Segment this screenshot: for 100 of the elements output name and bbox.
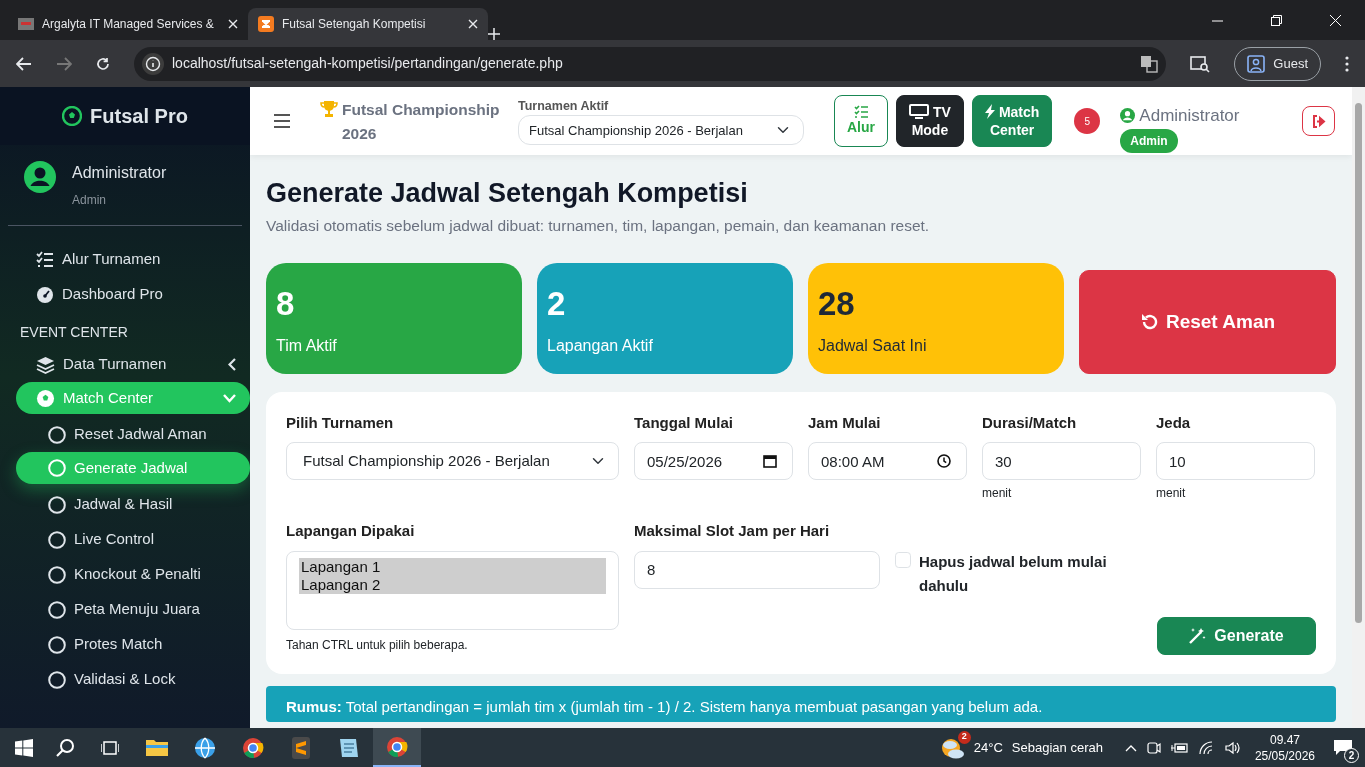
- clock-time: 09.47: [1268, 731, 1301, 748]
- search-icon[interactable]: [55, 737, 75, 758]
- clock-date: 25/05/2026: [1254, 747, 1315, 764]
- chevron-left-icon: [228, 358, 236, 371]
- trophy-icon: [320, 100, 338, 117]
- sidebar-subitem[interactable]: Jadwal & Hasil: [0, 487, 250, 522]
- list-check-icon: [854, 105, 868, 119]
- sidebar-item[interactable]: Dashboard Pro: [0, 277, 250, 312]
- unit-label: menit: [982, 485, 1013, 503]
- back-icon[interactable]: [16, 56, 32, 71]
- generate-button[interactable]: Generate: [1157, 616, 1316, 655]
- browser-tab[interactable]: Argalyta IT Managed Services &: [8, 8, 248, 40]
- stat-label: Lapangan Aktif: [547, 336, 654, 356]
- tournament-select[interactable]: Futsal Championship 2026 - Berjalan: [286, 442, 619, 481]
- user-icon: [1120, 108, 1136, 123]
- input-field[interactable]: 8: [634, 550, 880, 589]
- field-label: Turnamen Aktif: [518, 97, 610, 115]
- start-icon[interactable]: [15, 738, 33, 757]
- logout-icon: [1311, 114, 1326, 128]
- favicon-icon: [258, 16, 274, 32]
- new-tab-icon[interactable]: [488, 28, 500, 40]
- gauge-icon: [36, 285, 54, 304]
- url-text: localhost/futsal-setengah-kompetisi/pertandingan/generate.php: [172, 54, 564, 73]
- page-title: Generate Jadwal Setengah Kompetisi: [266, 177, 749, 210]
- notification-badge[interactable]: 5: [1074, 108, 1101, 134]
- reset-button[interactable]: Reset Aman: [1079, 269, 1336, 374]
- sidebar-item[interactable]: Data Turnamen: [0, 347, 250, 382]
- checkbox[interactable]: [895, 552, 911, 569]
- layers-icon: [36, 355, 55, 374]
- stat-value: 2: [547, 283, 567, 324]
- calendar-icon[interactable]: [763, 454, 777, 469]
- user-name: Administrator: [72, 163, 167, 183]
- circle-icon: [48, 459, 66, 477]
- field-label: Durasi/Match: [982, 412, 1078, 433]
- forward-icon[interactable]: [56, 56, 72, 71]
- chrome-icon: [241, 735, 265, 760]
- page-subtitle: Validasi otomatis sebelum jadwal dibuat: turnamen, tim, lapangan, pemain, dan keamanan reset.: [266, 215, 931, 236]
- chevron-up-icon[interactable]: [1124, 743, 1137, 752]
- weather-text: Sebagian cerah: [1011, 738, 1103, 757]
- field-label: Maksimal Slot Jam per Hari: [634, 521, 831, 542]
- chrome-icon: [385, 734, 409, 759]
- avatar-icon: [24, 161, 56, 193]
- menu-icon[interactable]: [274, 114, 290, 128]
- magic-wand-icon: [1189, 627, 1207, 645]
- field-label: Pilih Turnamen: [286, 412, 395, 433]
- close-icon[interactable]: [468, 19, 478, 29]
- info-icon[interactable]: [142, 52, 164, 75]
- tournament-select[interactable]: Futsal Championship 2026 - Berjalan: [518, 115, 804, 146]
- toolbar-button[interactable]: Match Center: [971, 95, 1053, 147]
- restore-icon[interactable]: [1271, 14, 1282, 26]
- field-multiselect[interactable]: Lapangan 1 Lapangan 2: [286, 550, 619, 630]
- input-field[interactable]: 05/25/2026: [634, 442, 793, 481]
- sidebar-subitem[interactable]: Peta Menuju Juara: [0, 592, 250, 627]
- checkbox-label: Hapus jadwal belum mulai dahulu: [919, 552, 1108, 597]
- camera-icon[interactable]: [1146, 740, 1161, 755]
- scrollbar[interactable]: [1352, 87, 1365, 728]
- task-view-icon[interactable]: [101, 739, 119, 756]
- field-label: Jam Mulai: [808, 412, 882, 433]
- sidebar-subitem[interactable]: Knockout & Penalti: [0, 557, 250, 592]
- circle-icon: [48, 530, 66, 549]
- profile-icon: [1247, 54, 1266, 73]
- volume-icon[interactable]: [1224, 740, 1241, 755]
- sidebar-item[interactable]: Alur Turnamen: [0, 242, 250, 277]
- sidebar-subitem[interactable]: Reset Jadwal Aman: [0, 417, 250, 452]
- soccer-ball-icon: [36, 388, 55, 408]
- circle-icon: [48, 600, 66, 619]
- toolbar-button[interactable]: TV Mode: [896, 95, 964, 147]
- undo-icon: [1139, 312, 1158, 331]
- battery-icon[interactable]: [1170, 741, 1189, 754]
- sidebar-subitem[interactable]: Protes Match: [0, 627, 250, 662]
- weather-badge: 2: [957, 730, 971, 744]
- logout-button[interactable]: [1302, 106, 1335, 136]
- field-label: Lapangan Dipakai: [286, 521, 416, 542]
- notification-icon[interactable]: [1333, 739, 1353, 758]
- reload-icon[interactable]: [96, 56, 110, 71]
- temperature: 24°C: [973, 738, 1003, 757]
- sidebar-subitem[interactable]: Validasi & Lock: [0, 662, 250, 697]
- browser-tab[interactable]: Futsal Setengah Kompetisi: [248, 8, 488, 40]
- sidebar-subitem[interactable]: Live Control: [0, 522, 250, 557]
- tab-title: Futsal Setengah Kompetisi: [282, 16, 427, 33]
- circle-icon: [48, 635, 66, 654]
- list-option[interactable]: Lapangan 1: [299, 557, 606, 576]
- stat-label: Jadwal Saat Ini: [818, 336, 928, 356]
- stat-label: Tim Aktif: [276, 336, 338, 356]
- wifi-icon[interactable]: [1198, 740, 1215, 755]
- note-text: Rumus: Total pertandingan = jumlah tim x (jumlah tim - 1) / 2. Sistem hanya membuat pasangan yang belum ada.: [266, 685, 1336, 723]
- chevron-down-icon: [223, 393, 236, 403]
- translate-icon[interactable]: [1140, 54, 1159, 73]
- input-field[interactable]: 30: [982, 442, 1141, 481]
- input-field[interactable]: 10: [1156, 442, 1315, 481]
- field-label: Jeda: [1156, 412, 1192, 433]
- help-text: Tahan CTRL untuk pilih beberapa.: [286, 636, 469, 654]
- address-bar[interactable]: localhost/futsal-setengah-kompetisi/pertandingan/generate.php: [134, 46, 1167, 81]
- lightning-icon: [984, 104, 995, 120]
- search-tab-icon[interactable]: [1190, 54, 1211, 73]
- more-icon[interactable]: [1345, 55, 1349, 72]
- input-field[interactable]: 08:00 AM: [808, 442, 967, 481]
- close-icon[interactable]: [228, 19, 238, 29]
- clock-icon[interactable]: [937, 454, 951, 469]
- taskbar-app[interactable]: [373, 728, 421, 767]
